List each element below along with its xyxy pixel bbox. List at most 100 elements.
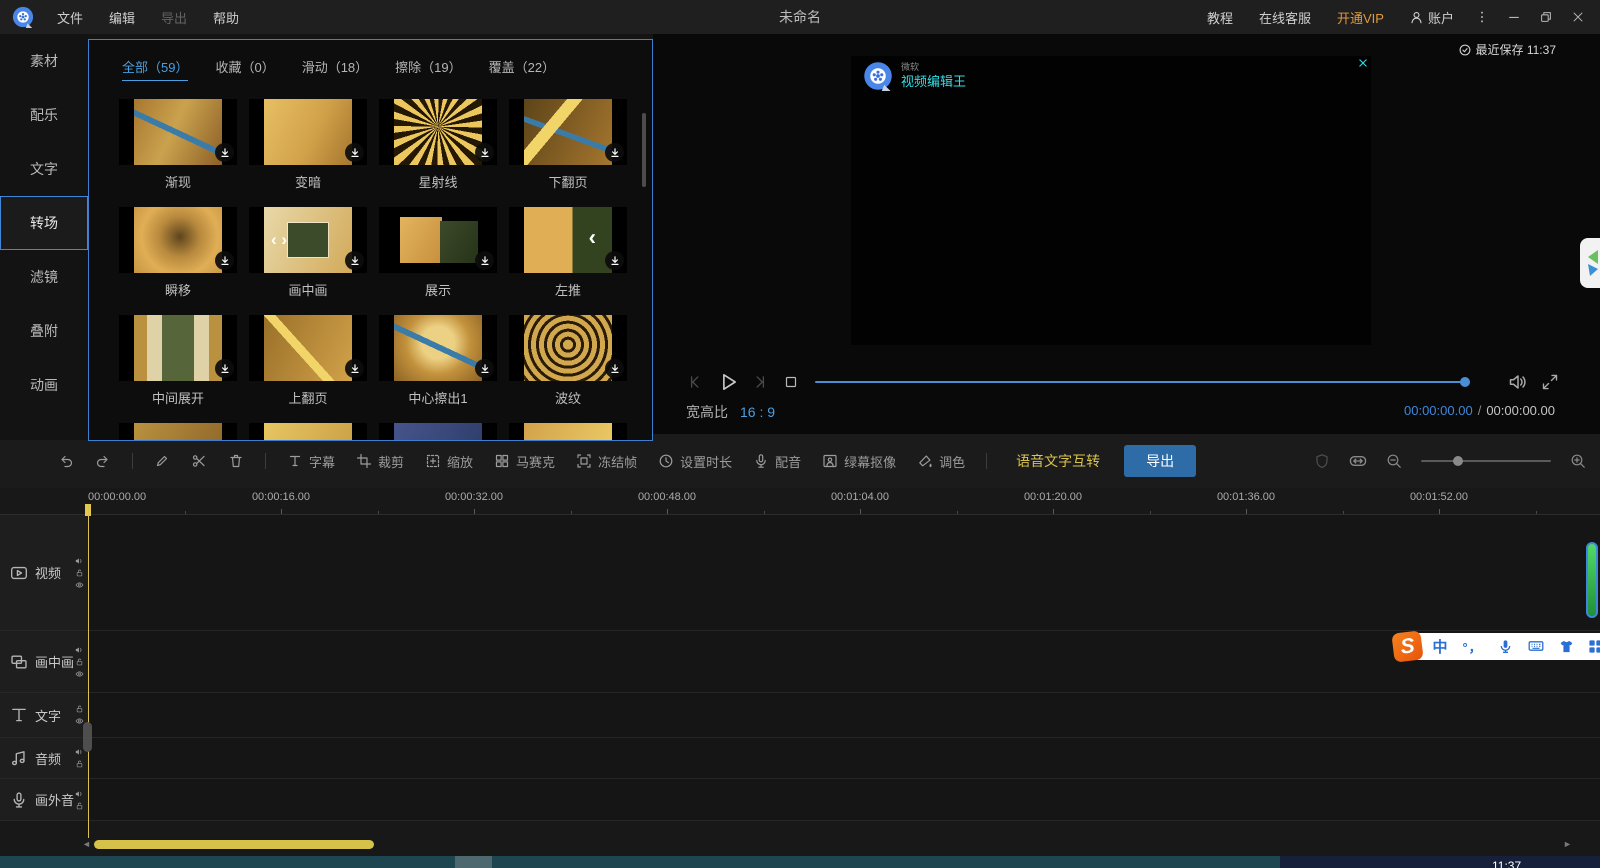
download-icon[interactable] [475, 359, 494, 378]
transition-tab[interactable]: 收藏（0） [215, 57, 274, 81]
transition-item[interactable]: 左推 [509, 207, 627, 303]
download-icon[interactable] [605, 143, 624, 162]
tool-freeze-button[interactable]: 冻结帧 [576, 452, 637, 471]
track-scroll-handle[interactable] [83, 722, 92, 752]
zoom-in-icon[interactable] [1570, 453, 1586, 469]
download-icon[interactable] [475, 251, 494, 270]
transition-item[interactable]: 瞬移 [119, 207, 237, 303]
transition-thumbnail[interactable] [249, 99, 367, 165]
ime-mic-icon[interactable] [1498, 639, 1513, 654]
transition-item[interactable]: 中间展开 [119, 315, 237, 411]
tutorial-link[interactable]: 教程 [1194, 8, 1246, 27]
transition-tab[interactable]: 擦除（19） [395, 57, 461, 81]
menu-item[interactable]: 编辑 [96, 8, 148, 27]
progress-handle[interactable] [1460, 377, 1470, 387]
track-header[interactable]: 画中画 [0, 631, 88, 692]
tool-greenscreen-button[interactable]: 绿幕抠像 [822, 452, 896, 471]
transition-tab[interactable]: 覆盖（22） [489, 57, 555, 81]
transition-item[interactable]: 星射线 [379, 99, 497, 195]
transition-item[interactable]: 变暗 [249, 99, 367, 195]
transition-thumbnail[interactable] [379, 99, 497, 165]
fullscreen-icon[interactable] [1541, 373, 1559, 391]
track-lane[interactable] [88, 738, 1600, 778]
speaker-icon[interactable] [75, 556, 84, 565]
sogou-logo[interactable]: S [1391, 629, 1424, 663]
transition-thumbnail[interactable] [509, 423, 627, 440]
lock-icon[interactable] [75, 705, 84, 714]
restore-button[interactable] [1530, 0, 1562, 34]
transition-item[interactable] [509, 423, 627, 440]
transition-thumbnail[interactable] [119, 315, 237, 381]
tool-crop-button[interactable]: 裁剪 [356, 452, 404, 471]
sidebar-item[interactable]: 滤镜 [0, 250, 88, 304]
transition-thumbnail[interactable] [509, 207, 627, 273]
track-lane[interactable] [88, 631, 1600, 692]
timeline-ruler[interactable]: 00:00:00.00 00:00:16.00 00:00:32.00 00:00:4… [0, 488, 1600, 515]
transition-thumbnail[interactable] [379, 315, 497, 381]
transition-item[interactable]: 波纹 [509, 315, 627, 411]
download-icon[interactable] [345, 143, 364, 162]
speaker-icon[interactable] [75, 645, 84, 654]
download-icon[interactable] [605, 359, 624, 378]
tool-mosaic-button[interactable]: 马赛克 [494, 452, 555, 471]
export-button[interactable]: 导出 [1124, 445, 1197, 477]
sidebar-item[interactable]: 动画 [0, 358, 88, 412]
speaker-icon[interactable] [75, 789, 84, 798]
track-header[interactable]: 音频 [0, 738, 88, 778]
sidebar-item[interactable]: 转场 [0, 196, 88, 250]
timeline-zoom-slider[interactable] [1421, 456, 1551, 466]
tool-scale-button[interactable]: 缩放 [425, 452, 473, 471]
transition-thumbnail[interactable] [509, 315, 627, 381]
playback-progress-bar[interactable] [815, 377, 1470, 387]
transition-tab[interactable]: 全部（59） [122, 57, 189, 81]
ime-punctuation-toggle[interactable]: °， [1462, 637, 1482, 656]
download-icon[interactable] [345, 359, 364, 378]
scroll-left-arrow[interactable]: ◄ [82, 839, 91, 849]
ime-keyboard-icon[interactable] [1528, 638, 1544, 654]
minimize-button[interactable] [1498, 0, 1530, 34]
account-button[interactable]: 账户 [1397, 8, 1466, 27]
transition-thumbnail[interactable] [249, 207, 367, 273]
track-lane[interactable] [88, 779, 1600, 820]
menu-item[interactable]: 导出 [148, 8, 200, 27]
tool-mic-button[interactable]: 配音 [753, 452, 801, 471]
tool-undo-button[interactable] [58, 453, 74, 469]
transition-thumbnail[interactable] [119, 207, 237, 273]
aspect-ratio-value[interactable]: 16 : 9 [740, 404, 775, 420]
tool-pencil-button[interactable] [154, 453, 170, 469]
os-taskbar[interactable]: 11:37 [0, 856, 1600, 868]
lock-icon[interactable] [75, 760, 84, 769]
tool-subtitle-button[interactable]: 字幕 [287, 452, 335, 471]
menu-item[interactable]: 帮助 [200, 8, 252, 27]
transition-item[interactable] [379, 423, 497, 440]
lock-icon[interactable] [75, 568, 84, 577]
download-icon[interactable] [215, 251, 234, 270]
track-lane[interactable] [88, 693, 1600, 737]
download-icon[interactable] [345, 251, 364, 270]
watermark-close-icon[interactable] [1358, 58, 1368, 68]
more-menu-button[interactable] [1466, 0, 1498, 34]
eye-icon[interactable] [75, 580, 84, 589]
transition-item[interactable]: 中心擦出1 [379, 315, 497, 411]
tool-duration-button[interactable]: 设置时长 [658, 452, 732, 471]
ime-more-icon[interactable] [1588, 639, 1600, 654]
download-icon[interactable] [215, 143, 234, 162]
vip-button[interactable]: 开通VIP [1324, 8, 1397, 27]
transition-thumbnail[interactable] [379, 423, 497, 440]
tool-scissors-button[interactable] [191, 453, 207, 469]
volume-icon[interactable] [1508, 372, 1528, 392]
transition-thumbnail[interactable] [249, 423, 367, 440]
transition-thumbnail[interactable] [509, 99, 627, 165]
lock-icon[interactable] [75, 657, 84, 666]
ime-skin-icon[interactable] [1559, 639, 1574, 654]
transition-item[interactable]: 上翻页 [249, 315, 367, 411]
ime-language-toggle[interactable]: 中 [1432, 636, 1447, 657]
eye-icon[interactable] [75, 669, 84, 678]
tool-trash-button[interactable] [228, 453, 244, 469]
transition-tab[interactable]: 滑动（18） [302, 57, 368, 81]
transition-item[interactable]: 画中画 [249, 207, 367, 303]
zoom-out-icon[interactable] [1386, 453, 1402, 469]
close-button[interactable] [1562, 0, 1594, 34]
track-header[interactable]: 画外音 [0, 779, 88, 820]
track-header[interactable]: 文字 [0, 693, 88, 737]
